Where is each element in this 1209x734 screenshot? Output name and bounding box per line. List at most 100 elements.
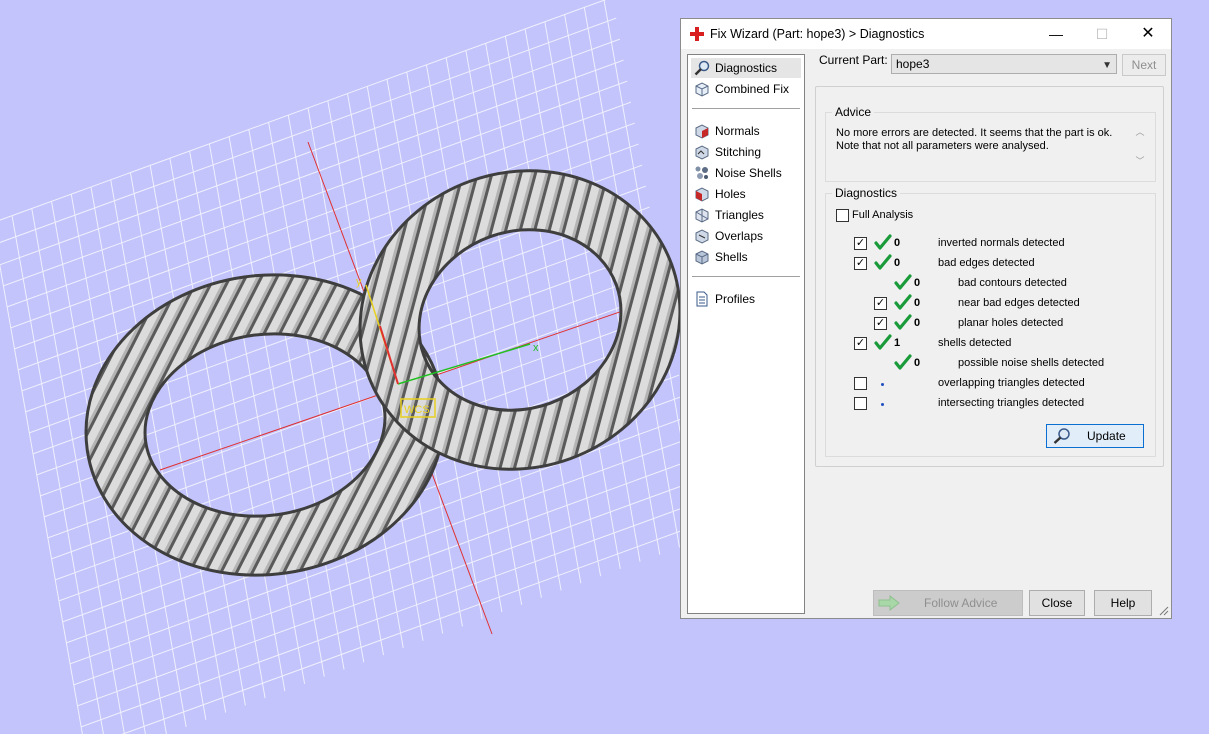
green-check-icon (874, 234, 892, 250)
nav-item-holes[interactable]: Holes (691, 184, 801, 204)
noise-icon (695, 166, 708, 179)
wizard-nav: Diagnostics Combined Fix Normals Stitchi… (687, 54, 805, 614)
diagnostic-label: intersecting triangles detected (938, 397, 1085, 409)
maximize-button[interactable]: ☐ (1079, 19, 1125, 49)
nav-item-noise-shells[interactable]: Noise Shells (691, 163, 801, 183)
pending-dot-icon (881, 383, 884, 386)
cube-shell-icon (695, 250, 709, 265)
cube-triangle-icon (695, 208, 709, 223)
advice-title: Advice (832, 105, 875, 119)
diagnostic-checkbox[interactable]: ✓ (854, 237, 867, 250)
diagnostic-label: planar holes detected (958, 317, 1064, 329)
axis-x-label: x (533, 342, 539, 354)
next-button[interactable]: Next (1122, 54, 1166, 76)
grid-line (425, 64, 523, 606)
grid-line (485, 43, 582, 584)
nav-item-combined-fix[interactable]: Combined Fix (691, 79, 801, 99)
cube-stitch-icon (695, 145, 709, 160)
wcs-label: WCS (404, 404, 430, 416)
cube-red-icon (695, 124, 709, 139)
nav-item-stitching[interactable]: Stitching (691, 142, 801, 162)
green-check-icon (894, 314, 912, 330)
nav-item-triangles[interactable]: Triangles (691, 205, 801, 225)
red-cross-icon (690, 27, 704, 41)
diagnostics-title: Diagnostics (832, 186, 901, 200)
nav-label: Holes (715, 187, 746, 201)
diagnostic-checkbox[interactable]: ✓ (874, 297, 887, 310)
scroll-down-icon[interactable]: ﹀ (1133, 154, 1147, 167)
nav-item-overlaps[interactable]: Overlaps (691, 226, 801, 246)
follow-advice-label: Follow Advice (924, 596, 998, 610)
fix-wizard-dialog: Fix Wizard (Part: hope3) > Diagnostics —… (680, 18, 1172, 619)
grid-line (0, 222, 88, 734)
diagnostics-group: Diagnostics Full Analysis ✓ 0 inverted nor… (825, 186, 1156, 457)
full-analysis-label: Full Analysis (852, 209, 914, 221)
diagnostic-label: bad edges detected (938, 257, 1035, 269)
nav-item-normals[interactable]: Normals (691, 121, 801, 141)
advice-scrollbar[interactable]: ︿ ﹀ (1133, 125, 1147, 171)
minimize-button[interactable]: — (1033, 19, 1079, 49)
advice-line-2: Note that not all parameters were analys… (836, 140, 1049, 152)
diagnostic-count: 0 (914, 317, 921, 329)
nav-separator (692, 108, 800, 109)
chevron-down-icon: ▼ (1102, 60, 1112, 71)
diagnostic-label: possible noise shells detected (958, 357, 1105, 369)
diagnostic-count: 0 (914, 277, 921, 289)
diagnostic-label: near bad edges detected (958, 297, 1080, 309)
close-button[interactable]: Close (1029, 590, 1085, 616)
grid-line (268, 122, 365, 663)
cube-hole-icon (695, 187, 709, 202)
diagnostic-checkbox[interactable] (854, 377, 867, 390)
magnifier-icon (1053, 428, 1070, 444)
nav-item-profiles[interactable]: Profiles (691, 289, 801, 309)
update-button[interactable]: Update (1046, 424, 1144, 448)
grid-line (524, 28, 621, 570)
grid-line (228, 136, 325, 677)
scroll-up-icon[interactable]: ︿ (1133, 125, 1147, 138)
diagnostic-checkbox[interactable]: ✓ (854, 257, 867, 270)
advice-line-1: No more errors are detected. It seems th… (836, 127, 1113, 139)
resize-grip-icon[interactable] (1159, 606, 1169, 616)
current-part-label: Current Part: (819, 53, 888, 67)
nav-label: Shells (715, 250, 748, 264)
grid-line (465, 50, 562, 591)
nav-label: Noise Shells (715, 166, 782, 180)
current-part-select[interactable]: hope3 ▼ (891, 54, 1117, 74)
follow-advice-button[interactable]: Follow Advice (873, 590, 1023, 616)
diagnostic-label: shells detected (938, 337, 1012, 349)
nav-item-diagnostics[interactable]: Diagnostics (691, 58, 801, 78)
grid-line (248, 129, 345, 670)
magnifier-icon (694, 60, 710, 76)
nav-label: Diagnostics (715, 61, 778, 75)
nav-label: Combined Fix (715, 82, 790, 96)
current-part-value: hope3 (896, 57, 930, 71)
grid-line (504, 35, 602, 577)
grid-line (445, 57, 542, 598)
green-check-icon (894, 274, 912, 290)
green-check-icon (874, 334, 892, 350)
diagnostic-checkbox[interactable]: ✓ (874, 317, 887, 330)
window-title: Fix Wizard (Part: hope3) > Diagnostics (710, 27, 925, 41)
cube-outline-icon (695, 82, 709, 97)
diagnostic-label: overlapping triangles detected (938, 377, 1085, 389)
close-window-button[interactable]: ✕ (1125, 19, 1171, 49)
diagnostic-count: 0 (894, 237, 901, 249)
diagnostic-checkbox[interactable]: ✓ (854, 337, 867, 350)
title-bar[interactable]: Fix Wizard (Part: hope3) > Diagnostics —… (681, 19, 1171, 49)
nav-label: Normals (715, 124, 760, 138)
pending-dot-icon (881, 403, 884, 406)
diagnostic-count: 0 (914, 297, 921, 309)
arrow-right-icon (878, 595, 900, 611)
diagnostic-count: 1 (894, 337, 901, 349)
diagnostic-count: 0 (894, 257, 901, 269)
document-icon (696, 291, 708, 307)
diagnostic-checkbox[interactable] (854, 397, 867, 410)
update-label: Update (1087, 429, 1126, 443)
nav-item-shells[interactable]: Shells (691, 247, 801, 267)
diagnostics-panel: Advice No more errors are detected. It s… (815, 86, 1164, 467)
diagnostic-label: inverted normals detected (938, 237, 1065, 249)
diagnostic-label: bad contours detected (958, 277, 1067, 289)
help-button[interactable]: Help (1094, 590, 1152, 616)
advice-group: Advice No more errors are detected. It s… (825, 105, 1156, 182)
full-analysis-checkbox[interactable] (836, 209, 849, 222)
